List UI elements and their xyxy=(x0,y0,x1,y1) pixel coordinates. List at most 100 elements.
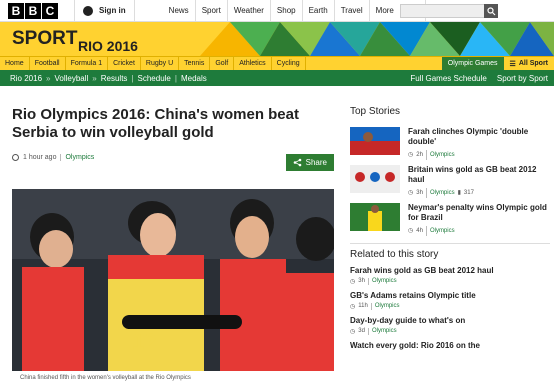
divider: | xyxy=(131,73,134,83)
breadcrumb-rio-2016[interactable]: Rio 2016 xyxy=(10,74,42,83)
related-section: Related to this story Farah wins gold as… xyxy=(350,243,550,350)
story-time: 3h xyxy=(416,190,423,196)
article-photo: 12 xyxy=(12,189,334,371)
related-item[interactable]: Day-by-day guide to what's on ◷ 3d Olympic… xyxy=(350,316,550,335)
svg-text:12: 12 xyxy=(132,329,156,354)
section-nav-formula-1[interactable]: Formula 1 xyxy=(66,56,109,71)
divider: | xyxy=(174,73,177,83)
top-stories-heading: Top Stories xyxy=(350,106,401,117)
comments-icon: ▮ xyxy=(457,190,461,196)
story-category[interactable]: Olympics xyxy=(425,226,455,236)
section-nav-right: Olympic Games ☰ All Sport xyxy=(441,56,554,71)
related-item[interactable]: Watch every gold: Rio 2016 on the xyxy=(350,341,550,350)
photo-caption: China finished fifth in the women's voll… xyxy=(20,375,191,381)
bbc-logo-letter: B xyxy=(25,2,41,19)
related-time: 3d xyxy=(358,328,365,334)
related-category[interactable]: Olympics xyxy=(367,328,397,335)
sport-section-nav: Home Football Formula 1 Cricket Rugby U … xyxy=(0,56,554,71)
top-story-headline: Farah clinches Olympic 'double double' xyxy=(408,127,529,146)
article-time: 1 hour ago xyxy=(23,154,57,161)
link-medals[interactable]: Medals xyxy=(181,74,207,83)
clock-icon: ◷ xyxy=(350,329,356,335)
section-nav-tennis[interactable]: Tennis xyxy=(179,56,211,71)
top-nav-sport[interactable]: Sport xyxy=(196,0,228,22)
related-headline: Watch every gold: Rio 2016 on the xyxy=(350,341,480,350)
comment-count: 317 xyxy=(463,190,474,196)
top-story-item[interactable]: Britain wins gold as GB beat 2012 haul ◷… xyxy=(350,165,550,198)
related-item[interactable]: GB's Adams retains Olympic title ◷ 11h Oly… xyxy=(350,291,550,310)
rio-mosaic-banner xyxy=(200,22,554,56)
rio-breadcrumb-bar: Rio 2016 » Volleyball » Results | Schedu… xyxy=(0,70,554,86)
related-headline: Farah wins gold as GB beat 2012 haul xyxy=(350,266,494,275)
link-sport-by-sport[interactable]: Sport by Sport xyxy=(497,74,548,83)
share-icon xyxy=(293,158,301,167)
all-sport-button[interactable]: ☰ All Sport xyxy=(503,56,554,71)
story-category[interactable]: Olympics xyxy=(425,188,455,198)
top-nav: News Sport Weather Shop Earth Travel Mor… xyxy=(163,0,426,22)
section-nav-cycling[interactable]: Cycling xyxy=(272,56,306,71)
bbc-logo[interactable]: B B C xyxy=(8,2,58,19)
clock-icon: ◷ xyxy=(350,304,356,310)
rio-2016-subtitle: RIO 2016 xyxy=(78,38,138,54)
clock-icon xyxy=(12,154,19,161)
top-story-headline: Neymar's penalty wins Olympic gold for B… xyxy=(408,203,547,222)
clock-icon: ◷ xyxy=(408,190,414,196)
top-nav-news[interactable]: News xyxy=(163,0,196,22)
sidebar: Top Stories Farah clinches Olympic 'doub… xyxy=(350,106,550,350)
top-nav-more-label: More xyxy=(375,6,394,15)
section-nav-athletics[interactable]: Athletics xyxy=(234,56,272,71)
related-time: 11h xyxy=(358,303,368,309)
section-nav-football[interactable]: Football xyxy=(30,56,66,71)
menu-icon: ☰ xyxy=(509,60,516,68)
top-story-headline: Britain wins gold as GB beat 2012 haul xyxy=(408,165,537,184)
bbc-logo-letter: C xyxy=(42,2,58,19)
green-bar-right-links: Full Games Schedule Sport by Sport xyxy=(410,74,548,83)
share-button[interactable]: Share xyxy=(285,154,334,171)
story-thumbnail xyxy=(350,127,400,155)
clock-icon: ◷ xyxy=(408,228,414,234)
related-category[interactable]: Olympics xyxy=(367,278,397,285)
section-nav-olympic-games[interactable]: Olympic Games xyxy=(441,56,504,71)
related-time: 3h xyxy=(358,278,365,284)
related-headline: Day-by-day guide to what's on xyxy=(350,316,466,325)
section-nav-cricket[interactable]: Cricket xyxy=(108,56,141,71)
related-heading: Related to this story xyxy=(350,249,439,260)
user-icon xyxy=(83,5,93,16)
story-thumbnail xyxy=(350,203,400,231)
all-sport-label: All Sport xyxy=(518,60,548,67)
breadcrumb: Rio 2016 » Volleyball » Results | Schedu… xyxy=(10,74,207,83)
link-results[interactable]: Results xyxy=(101,74,128,83)
top-nav-weather[interactable]: Weather xyxy=(228,0,271,22)
top-nav-travel[interactable]: Travel xyxy=(335,0,370,22)
section-nav-golf[interactable]: Golf xyxy=(210,56,235,71)
sign-in-label: Sign in xyxy=(99,6,126,15)
article-headline: Rio Olympics 2016: China's women beat Se… xyxy=(12,106,299,141)
clock-icon: ◷ xyxy=(350,279,356,285)
story-thumbnail xyxy=(350,165,400,193)
section-nav-rugby-u[interactable]: Rugby U xyxy=(141,56,180,71)
breadcrumb-separator: » xyxy=(92,73,97,83)
top-story-item[interactable]: Neymar's penalty wins Olympic gold for B… xyxy=(350,203,550,236)
section-nav-home[interactable]: Home xyxy=(0,56,30,71)
top-nav-shop[interactable]: Shop xyxy=(271,0,303,22)
sport-header: SPORT RIO 2016 xyxy=(0,22,554,56)
story-category[interactable]: Olympics xyxy=(425,150,455,160)
sport-title[interactable]: SPORT xyxy=(12,28,77,50)
related-item[interactable]: Farah wins gold as GB beat 2012 haul ◷ 3h… xyxy=(350,266,550,285)
bbc-logo-letter: B xyxy=(8,2,24,19)
article-category-link[interactable]: Olympics xyxy=(60,154,94,161)
article-header: Rio Olympics 2016: China's women beat Se… xyxy=(12,106,334,171)
sign-in-button[interactable]: Sign in xyxy=(74,0,135,22)
top-nav-earth[interactable]: Earth xyxy=(303,0,335,22)
link-schedule[interactable]: Schedule xyxy=(138,74,171,83)
top-story-item[interactable]: Farah clinches Olympic 'double double' ◷… xyxy=(350,127,550,160)
link-full-games-schedule[interactable]: Full Games Schedule xyxy=(410,74,486,83)
share-label: Share xyxy=(305,158,327,167)
bbc-top-bar: B B C Sign in News Sport Weather Shop Ea… xyxy=(0,0,554,22)
related-headline: GB's Adams retains Olympic title xyxy=(350,291,476,300)
clock-icon: ◷ xyxy=(408,152,414,158)
search-icon[interactable] xyxy=(484,4,498,18)
story-time: 2h xyxy=(416,152,423,158)
breadcrumb-volleyball[interactable]: Volleyball xyxy=(54,74,88,83)
related-category[interactable]: Olympics xyxy=(370,303,400,310)
